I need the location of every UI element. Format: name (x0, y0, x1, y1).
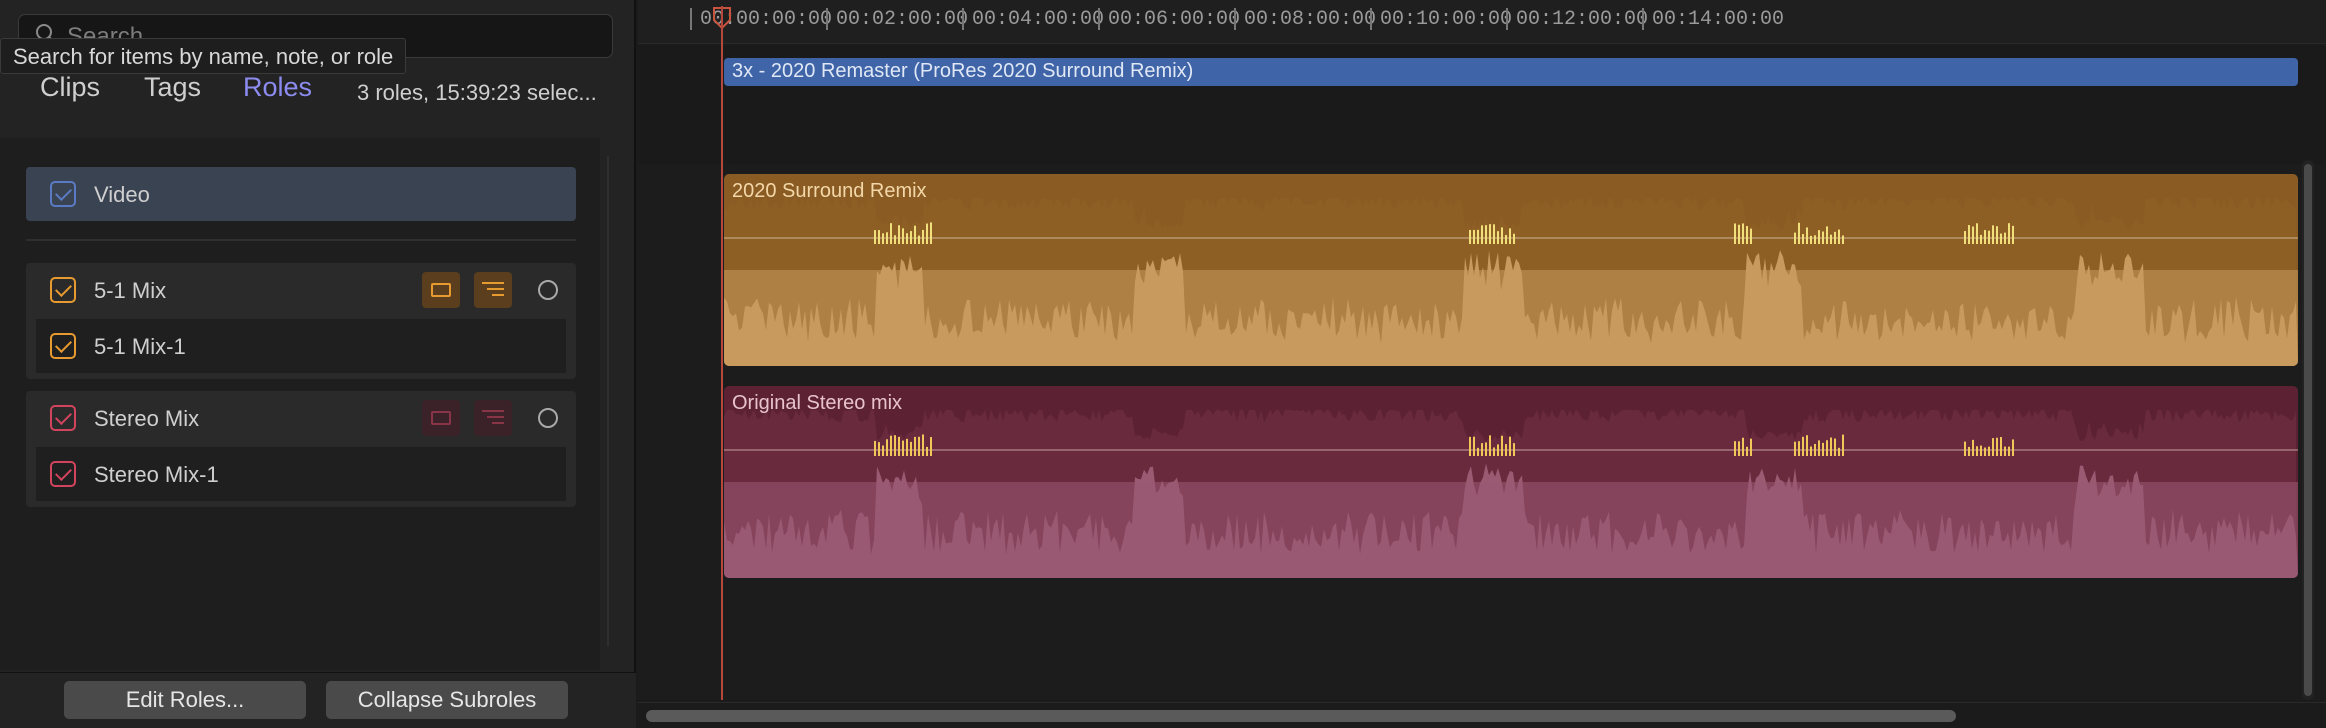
subrole-lanes-icon (482, 282, 504, 298)
ruler-timecode-label: 00:14:00:00 (1652, 8, 1785, 31)
playhead[interactable] (721, 6, 723, 700)
stereo-audio-clip[interactable]: Original Stereo mix (724, 386, 2298, 578)
stereo-clip-label: Original Stereo mix (732, 392, 903, 414)
lane-toggle-button[interactable] (422, 400, 460, 436)
focus-circle-icon[interactable] (538, 280, 558, 300)
ruler-tick (1234, 8, 1236, 30)
role-video[interactable]: Video (26, 167, 576, 221)
roles-scrollbar[interactable] (607, 156, 609, 646)
subrole-label-5-1-mix-1: 5-1 Mix-1 (94, 334, 186, 359)
roles-summary: 3 roles, 15:39:23 selec... (357, 80, 597, 105)
ruler-timecode-label: 00:04:00:00 (972, 8, 1105, 31)
stereo-mix-checkbox[interactable] (50, 405, 76, 431)
stereo-waveform (724, 410, 2298, 578)
timeline-vertical-scrollbar[interactable] (2302, 160, 2314, 700)
ruler-timecode-label: 00:08:00:00 (1244, 8, 1377, 31)
tab-clips[interactable]: Clips (40, 72, 100, 103)
lane-toggle-icon (431, 283, 451, 297)
role-label-stereo-mix: Stereo Mix (94, 406, 200, 431)
role-label-5-1-mix: 5-1 Mix (94, 278, 167, 303)
ruler-tick (1370, 8, 1372, 30)
video-role-checkbox[interactable] (50, 181, 76, 207)
surround-clip-label: 2020 Surround Remix (732, 180, 927, 202)
subrole-row-5-1-mix-1[interactable]: 5-1 Mix-1 (36, 319, 566, 373)
role-stereo-mix: Stereo Mix Stereo Mix-1 (26, 391, 576, 507)
tab-roles[interactable]: Roles (243, 72, 312, 103)
video-clip-label: 3x - 2020 Remaster (ProRes 2020 Surround… (732, 60, 1194, 82)
timeline-horizontal-scrollbar[interactable] (638, 702, 2326, 728)
divider (26, 239, 576, 241)
role-row-stereo-mix[interactable]: Stereo Mix (26, 391, 576, 445)
subrole-row-stereo-mix-1[interactable]: Stereo Mix-1 (36, 447, 566, 501)
timeline[interactable]: 00:00:00:00 00:02:00:00 00:04:00:00 00:06:0… (638, 0, 2326, 728)
tab-tags[interactable]: Tags (144, 72, 201, 103)
horizontal-scroll-thumb[interactable] (646, 710, 1956, 722)
ruler-timecode-label: 00:06:00:00 (1108, 8, 1241, 31)
surround-audio-clip[interactable]: 2020 Surround Remix (724, 174, 2298, 366)
subrole-lanes-button[interactable] (474, 400, 512, 436)
subrole-lanes-icon (482, 410, 504, 426)
search-tooltip: Search for items by name, note, or role (0, 38, 407, 74)
role-row-video: Video (26, 167, 576, 221)
collapse-subroles-button[interactable]: Collapse Subroles (326, 681, 568, 719)
subrole-lanes-button[interactable] (474, 272, 512, 308)
subrole-label-stereo-mix-1: Stereo Mix-1 (94, 462, 219, 487)
stereo-mix-1-checkbox[interactable] (50, 461, 76, 487)
ruler-tick (826, 8, 828, 30)
index-tabs: Clips Tags Roles 3 roles, 15:39:23 selec… (0, 72, 636, 136)
lane-toggle-icon (431, 411, 451, 425)
ruler-tick (1098, 8, 1100, 30)
lane-toggle-button[interactable] (422, 272, 460, 308)
ruler-tick (1506, 8, 1508, 30)
video-clip[interactable]: 3x - 2020 Remaster (ProRes 2020 Surround… (724, 58, 2298, 86)
surround-waveform (724, 198, 2298, 366)
timeline-index-panel: Search Search for items by name, note, o… (0, 0, 636, 728)
role-5-1-mix: 5-1 Mix 5-1 Mix-1 (26, 263, 576, 379)
5-1-mix-checkbox[interactable] (50, 277, 76, 303)
5-1-mix-1-checkbox[interactable] (50, 333, 76, 359)
vertical-scroll-thumb[interactable] (2304, 164, 2312, 696)
edit-roles-button[interactable]: Edit Roles... (64, 681, 306, 719)
audio-lanes: 2020 Surround Remix Original Stereo mix (638, 164, 2326, 700)
role-label-video: Video (94, 182, 150, 207)
timecode-ruler[interactable]: 00:00:00:00 00:02:00:00 00:04:00:00 00:06:0… (638, 0, 2326, 44)
ruler-tick (962, 8, 964, 30)
ruler-tick (1642, 8, 1644, 30)
ruler-timecode-label: 00:12:00:00 (1516, 8, 1649, 31)
video-lane: 3x - 2020 Remaster (ProRes 2020 Surround… (638, 46, 2326, 164)
focus-circle-icon[interactable] (538, 408, 558, 428)
ruler-timecode-label: 00:02:00:00 (836, 8, 969, 31)
ruler-tick (690, 8, 692, 30)
role-row-5-1-mix[interactable]: 5-1 Mix (26, 263, 576, 317)
index-bottom-bar: Edit Roles... Collapse Subroles (0, 672, 636, 728)
ruler-timecode-label: 00:10:00:00 (1380, 8, 1513, 31)
